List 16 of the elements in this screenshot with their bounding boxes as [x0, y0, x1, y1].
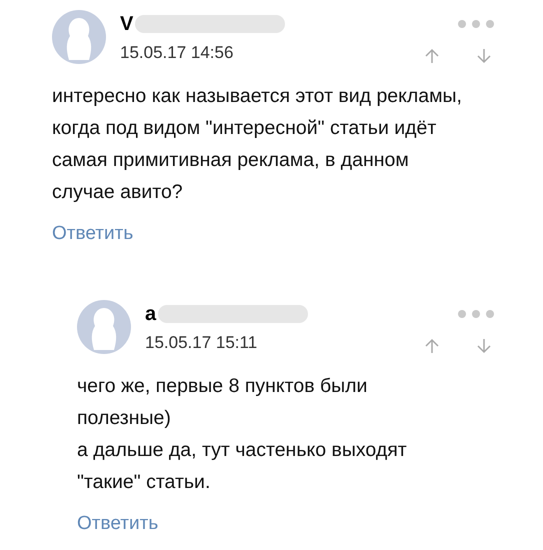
more-icon[interactable]	[457, 19, 495, 29]
more-icon[interactable]	[457, 309, 495, 319]
upvote-arrow-icon[interactable]	[425, 48, 439, 64]
comment-text: интересно как называется этот вид рекламы, когда под видом "интересной" статьи идёт самая примитивная реклама, в данном случае авито?	[52, 84, 463, 204]
author-name[interactable]: a	[145, 299, 156, 329]
downvote-arrow-icon[interactable]	[477, 48, 491, 64]
avatar-icon	[52, 10, 106, 64]
reply-link[interactable]: Ответить	[52, 220, 134, 248]
upvote-arrow-icon[interactable]	[425, 338, 439, 354]
downvote-arrow-icon[interactable]	[477, 338, 491, 354]
author-name[interactable]: V	[120, 9, 134, 39]
comment-date: 15.05.17 15:11	[145, 332, 258, 354]
comment-text: чего же, первые 8 пунктов были полезные) а дальше да, тут частенько выходят "такие" статьи.	[77, 374, 408, 494]
avatar-icon	[77, 300, 131, 354]
reply-link[interactable]: Ответить	[77, 510, 158, 538]
comment-date: 15.05.17 14:56	[120, 42, 234, 64]
